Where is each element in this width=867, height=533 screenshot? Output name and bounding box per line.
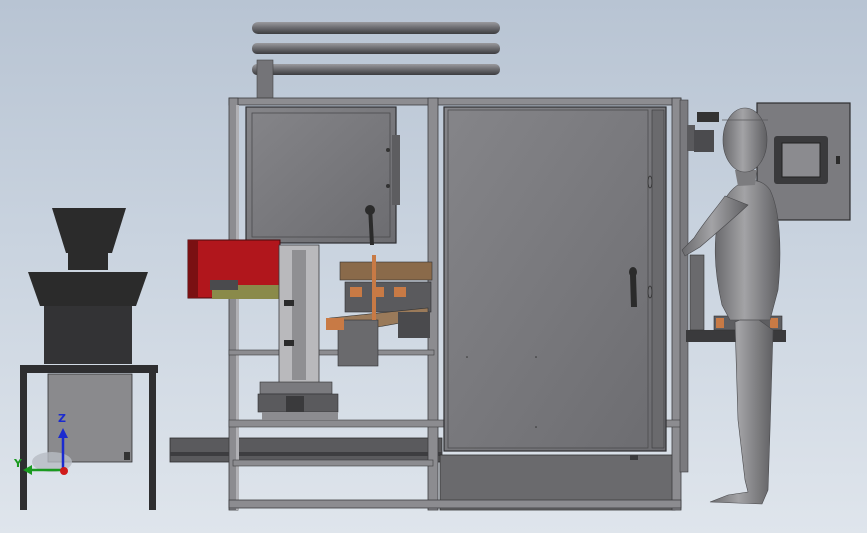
welding-fixture — [187, 239, 433, 420]
triad-x-axis — [60, 467, 68, 475]
right-cabinet-door — [443, 106, 667, 460]
exhaust-pipe — [252, 43, 500, 54]
mannequin-head — [722, 107, 768, 173]
exhaust-pipe — [252, 64, 500, 75]
exhaust-pipes — [252, 22, 500, 103]
triad-y-label: Y — [14, 457, 22, 470]
hmi-screen — [781, 142, 821, 178]
cad-viewport[interactable]: Z Y — [0, 0, 867, 533]
exhaust-pipe — [252, 22, 500, 34]
assembly-drawing — [20, 22, 851, 511]
exhaust-duct — [256, 59, 274, 103]
triad-z-label: Z — [58, 412, 66, 425]
electrical-cabinet-top — [245, 106, 400, 245]
